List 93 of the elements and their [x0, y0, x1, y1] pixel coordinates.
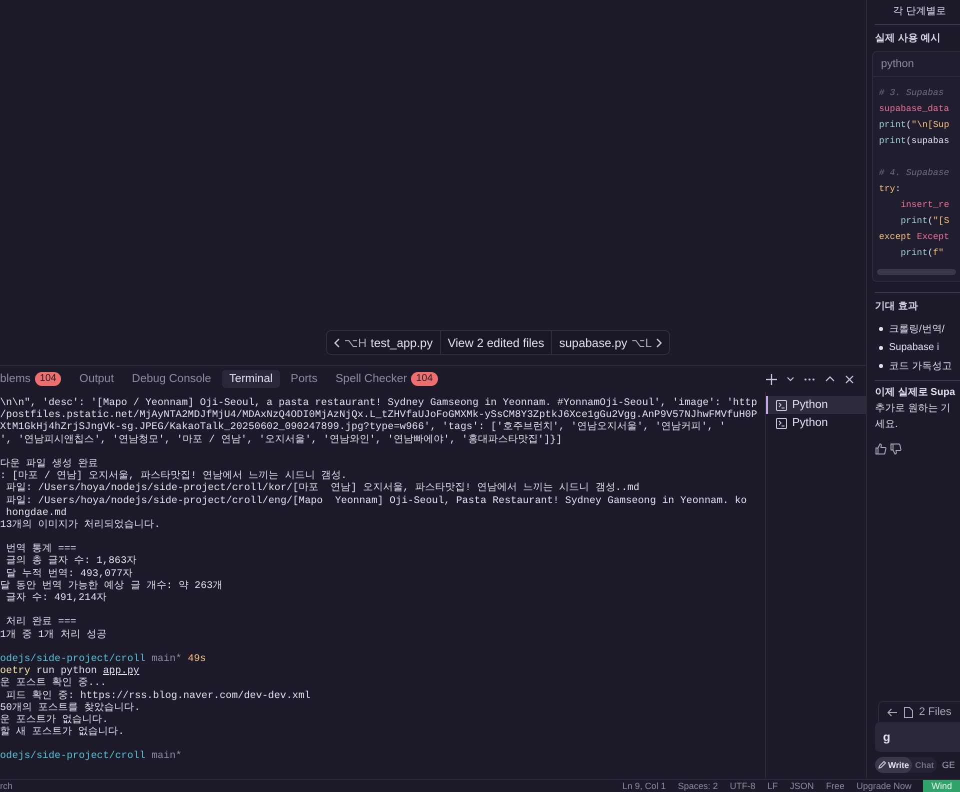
terminal-line: ', '연남피시앤칩스', '연남청모', '마포 / 연남', '오지서울', '연남와인', '연남빠에야', '홍대파스타맛집']}]: [0, 434, 564, 447]
panel-tab[interactable]: Output: [72, 370, 121, 388]
chevron-left-icon: [334, 338, 340, 348]
terminal-line: 파일: /Users/hoya/nodejs/side-project/croll/eng/[Mapo Yeonnam] Oji-Seoul, Pasta Restaurant! Sydney Gamseong in Yeonnam. ko: [5, 496, 748, 508]
code-line: print("[S: [900, 215, 950, 228]
thumbs-up-icon[interactable]: [875, 443, 887, 455]
git-branch: main*: [151, 654, 182, 665]
list-item: 코드 가독성고: [889, 360, 952, 373]
terminal-list-item[interactable]: Python: [766, 414, 866, 432]
code-line: print(supabas: [879, 135, 950, 148]
chevron-up-icon[interactable]: [825, 376, 835, 382]
arrow-left-icon[interactable]: [887, 708, 898, 716]
chevron-right-icon: [656, 338, 662, 348]
terminal-line: \n\n", 'desc': '[Mapo / Yeonnam] Oji-Seoul, a pasta restaurant! Sydney Gamseong in Yeonnam. #YonnamOji-Seoul', 'image': 'http: [0, 398, 758, 410]
count-badge: 104: [411, 372, 438, 386]
bullet-icon: [879, 364, 883, 368]
code-line: supabase_data: [879, 103, 950, 116]
prompt-path: odejs/side-project/croll: [0, 751, 146, 762]
file-icon: [904, 706, 913, 718]
panel-tab[interactable]: Spell Checker 104: [328, 369, 445, 389]
code-line: print("\n[Sup: [879, 119, 950, 132]
chat-paragraph: 이제 실제로 Supa 추가로 원하는 기 세요.: [875, 386, 956, 432]
view-edited-files-button[interactable]: View 2 edited files: [440, 331, 552, 354]
plus-icon[interactable]: [766, 374, 777, 384]
terminal-line: 번역 통계 ===: [5, 544, 78, 556]
terminal-line: 글자 수: 491,214자: [5, 593, 108, 606]
more-icon[interactable]: [804, 378, 815, 380]
section-heading: 실제 사용 예시: [875, 32, 942, 46]
terminal-line: 할 새 포스트가 없습니다.: [0, 727, 126, 740]
file-link[interactable]: app.py: [103, 666, 140, 678]
status-item[interactable]: Spaces: 2: [678, 781, 718, 791]
thumbs-down-icon[interactable]: [890, 443, 902, 455]
panel-tab[interactable]: blems 104: [0, 369, 68, 389]
terminal-list-item[interactable]: Python: [766, 396, 866, 414]
bullet-icon: [879, 327, 883, 331]
code-line: print(f": [900, 247, 944, 260]
bullet-icon: [879, 346, 883, 350]
code-line: insert_re: [900, 199, 950, 212]
status-item[interactable]: Free: [826, 781, 844, 791]
terminal-line: 피드 확인 중: https://rss.blog.naver.com/dev-dev.xml: [5, 690, 312, 702]
section-heading: 기대 효과: [875, 300, 919, 314]
panel-tab[interactable]: Ports: [284, 370, 324, 388]
terminal-line: /postfiles.pstatic.net/MjAyNTA2MDJfMjU4/MDAxNzQ4ODI0MjAzNjQx.L_tZHVfaUJoFoGMXMk-ySsCM8Y3ZptkJ6Xce1gGu2Vgg.AnP9V57NJhwFMVfuH0P: [0, 410, 758, 422]
close-icon[interactable]: [845, 374, 854, 384]
code-line: # 4. Supabase: [879, 167, 950, 180]
pencil-icon: [878, 761, 886, 769]
code-line: except Except: [879, 231, 950, 244]
elapsed-time: 49s: [188, 654, 206, 665]
code-language: python: [873, 52, 960, 77]
chevron-down-icon[interactable]: [787, 376, 794, 382]
status-item[interactable]: rch: [0, 781, 13, 791]
chat-input[interactable]: g: [875, 722, 960, 752]
status-item[interactable]: JSON: [790, 781, 814, 791]
code-line: # 3. Supabas: [879, 87, 944, 100]
terminal-line: 1개 중 1개 처리 성공: [0, 630, 108, 642]
status-item[interactable]: Ln 9, Col 1: [622, 781, 666, 791]
command-name: oetry: [0, 666, 30, 678]
list-item: 크롤링/번역/: [889, 323, 945, 336]
chat-text: 각 단계별로: [875, 0, 960, 25]
command-args: run python: [36, 666, 97, 678]
terminal-line: XtM1GkHj4hZrjSJngVk-sg.JPEG/KakaoTalk_20250602_090247899.jpg?type=w966', 'tags': ['호주브런치', '연남오지서울', '연남커피', ': [0, 422, 726, 434]
files-label: 2 Files: [919, 706, 952, 718]
mode-toggle[interactable]: Write: [875, 757, 912, 773]
next-file-button[interactable]: supabase.py ⌥L: [551, 331, 669, 354]
terminal-line: 다운 파일 생성 완료: [0, 458, 100, 470]
status-item[interactable]: LF: [767, 781, 778, 791]
git-branch: main*: [151, 751, 182, 762]
model-label[interactable]: GE: [939, 760, 956, 770]
terminal-line: 처리 완료 ===: [5, 617, 78, 630]
status-item[interactable]: UTF-8: [730, 781, 756, 791]
prompt-path: odejs/side-project/croll: [0, 654, 146, 665]
terminal-line: hongdae.md: [5, 508, 68, 520]
terminal-line: 운 포스트가 없습니다.: [0, 714, 110, 726]
panel-tab[interactable]: Terminal: [222, 370, 280, 388]
count-badge: 104: [34, 372, 62, 386]
terminal-line: 달 동안 번역 가능한 예상 글 개수: 약 263개: [0, 580, 224, 592]
terminal-icon: [776, 400, 788, 410]
terminal-line: 50개의 포스트를 찾았습니다.: [0, 702, 142, 714]
panel-tab[interactable]: Debug Console: [124, 370, 218, 388]
terminal-line: : [마포 / 연남] 오지서울, 파스타맛집! 연남에서 느끼는 시드니 갬성.: [0, 471, 348, 482]
scrollbar[interactable]: [877, 269, 956, 275]
status-button[interactable]: Wind: [923, 780, 960, 792]
terminal-line: 파일: /Users/hoya/nodejs/side-project/croll/kor/[마포 연남] 오지서울, 파스타맛집! 연남에서 느끼는 시드니 갬성..md: [5, 483, 640, 496]
terminal-line: 13개의 이미지가 처리되었습니다.: [0, 520, 162, 532]
code-line: try:: [879, 183, 901, 196]
previous-file-button[interactable]: ⌥H test_app.py: [327, 331, 440, 354]
list-item: Supabase i: [889, 342, 940, 353]
mode-toggle[interactable]: Chat: [912, 757, 937, 773]
terminal-line: 글의 총 글자 수: 1,863자: [5, 556, 138, 568]
terminal-icon: [776, 418, 788, 428]
terminal-line: 운 포스트 확인 중...: [0, 678, 108, 690]
terminal-line: 달 누적 번역: 493,077자: [5, 568, 134, 580]
status-item[interactable]: Upgrade Now: [856, 781, 912, 791]
